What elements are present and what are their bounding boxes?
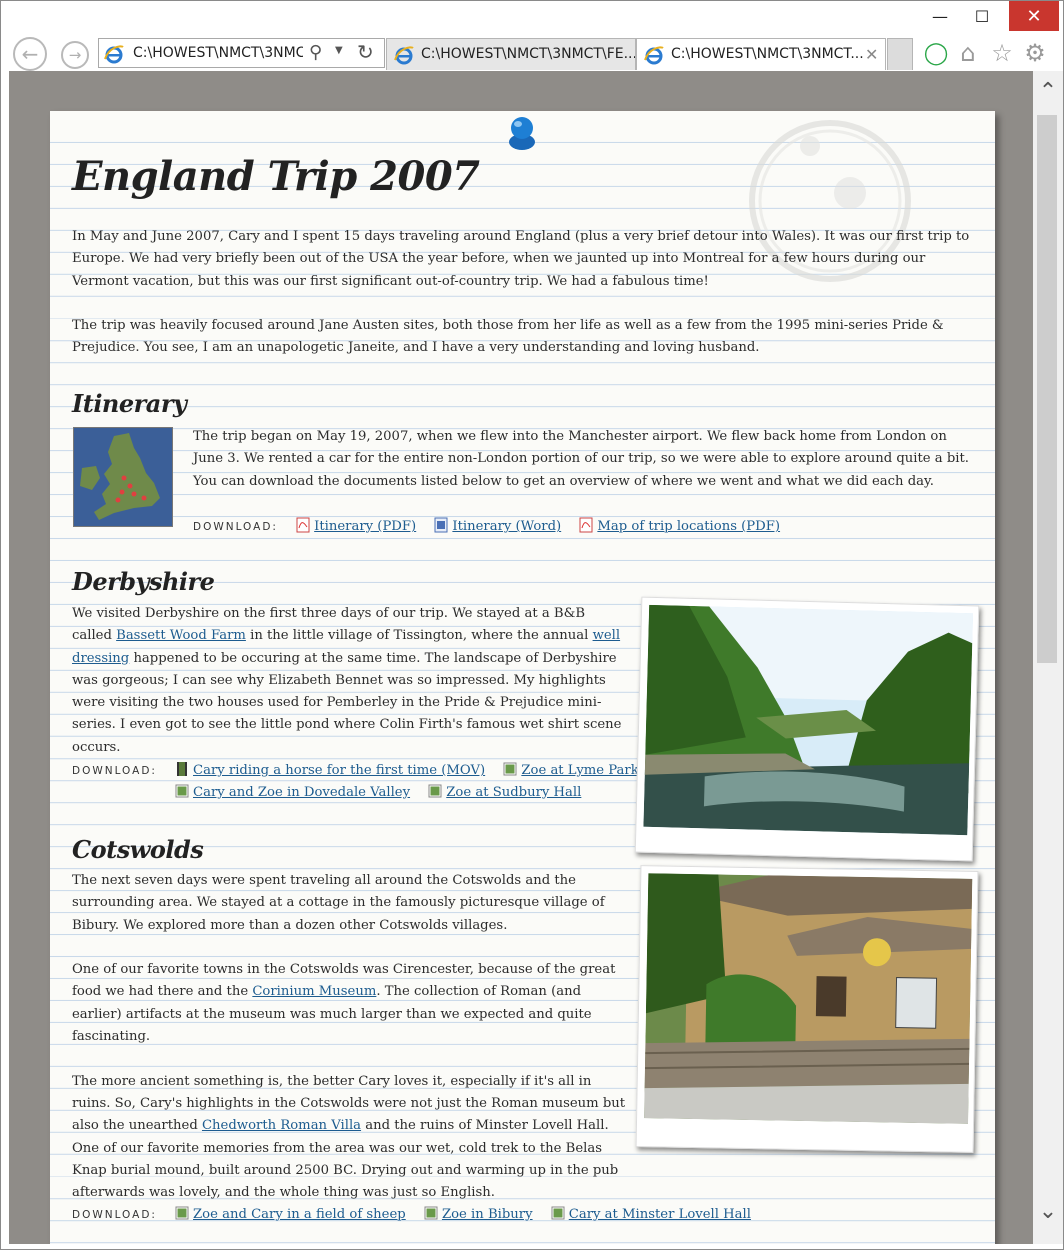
search-icon[interactable]: ⚲ [309,42,333,66]
download-item[interactable]: Zoe and Cary in a field of sheep [175,1205,406,1222]
star-icon[interactable]: ☆ [987,38,1017,68]
ie-logo-icon [644,46,664,65]
download-item[interactable]: Cary and Zoe in Dovedale Valley [175,783,410,800]
image-file-icon [503,762,517,776]
back-arrow-icon: ← [21,42,39,66]
dropdown-icon[interactable]: ▼ [335,45,343,56]
ie-logo-icon [104,45,124,64]
bassett-wood-farm-link[interactable]: Bassett Wood Farm [116,628,246,643]
trip-map-pdf-link[interactable]: Map of trip locations (PDF) [597,519,780,534]
close-tab-icon[interactable]: ✕ [865,45,878,64]
gear-icon[interactable]: ⚙ [1020,38,1050,68]
download-label: DOWNLOAD: [72,765,157,777]
address-bar[interactable]: C:\HOWEST\NMCT\3NMCT\FE ⚲ ▼ ↻ [98,38,385,68]
vertical-scrollbar[interactable]: ⌃ ⌄ [1033,71,1063,1244]
download-item[interactable]: Itinerary (Word) [434,517,561,534]
itinerary-word-link[interactable]: Itinerary (Word) [452,519,561,534]
extension-icon[interactable]: ◯ [921,38,951,68]
download-label: DOWNLOAD: [193,521,278,533]
scrollbar-thumb[interactable] [1037,115,1057,663]
cotswolds-downloads: Zoe and Cary in a field of sheep Zoe in … [175,1205,765,1222]
chedworth-roman-villa-link[interactable]: Chedworth Roman Villa [202,1118,361,1133]
navigation-bar: ← → C:\HOWEST\NMCT\3NMCT\FE ⚲ ▼ ↻ C:\HOW… [1,33,1063,73]
field-of-sheep-photo-link[interactable]: Zoe and Cary in a field of sheep [193,1207,406,1222]
text-segment: happened to be occuring at the same time… [72,650,622,755]
tab-label: C:\HOWEST\NMCT\3NMCT\FE... [421,46,636,62]
corinium-museum-link[interactable]: Corinium Museum [252,984,376,999]
bibury-photo-link[interactable]: Zoe in Bibury [442,1207,533,1222]
ie-logo-icon [394,46,414,65]
forward-button[interactable]: → [61,41,89,69]
cotswolds-heading: Cotswolds [72,835,204,864]
refresh-icon[interactable]: ↻ [357,40,374,64]
maximize-button[interactable]: ☐ [965,1,999,31]
scroll-up-arrow-icon[interactable]: ⌃ [1033,79,1063,109]
intro-paragraph: The trip was heavily focused around Jane… [72,318,944,356]
pdf-file-icon [579,517,593,533]
image-file-icon [551,1206,565,1220]
dovedale-valley-photo-link[interactable]: Cary and Zoe in Dovedale Valley [193,785,410,800]
pushpin-icon [509,117,535,150]
movie-file-icon [177,762,187,776]
image-file-icon [424,1206,438,1220]
tab-2-active[interactable]: C:\HOWEST\NMCT\3NMCT... ✕ [636,38,886,70]
valley-landscape-image [643,604,974,836]
derbyshire-heading: Derbyshire [72,567,215,596]
cotswolds-paragraph: The more ancient something is, the bette… [72,1071,627,1205]
itinerary-text: The trip began on May 19, 2007, when we … [193,429,969,489]
browser-window: — ☐ ✕ ← → C:\HOWEST\NMCT\3NMCT\FE ⚲ ▼ ↻ [0,0,1064,1250]
new-tab-button[interactable] [887,38,913,70]
forward-arrow-icon: → [68,46,82,64]
download-item[interactable]: Zoe in Bibury [424,1205,533,1222]
word-file-icon [434,517,448,533]
page-viewport: England Trip 2007 In May and June 2007, … [9,71,1033,1244]
lyme-park-photo-link[interactable]: Zoe at Lyme Park [521,763,638,778]
cotswolds-paragraph: One of our favorite towns in the Cotswol… [72,959,627,1048]
itinerary-heading: Itinerary [72,389,187,418]
address-text[interactable]: C:\HOWEST\NMCT\3NMCT\FE [133,45,303,61]
image-file-icon [175,784,189,798]
image-file-icon [175,1206,189,1220]
notebook-paper: England Trip 2007 In May and June 2007, … [50,111,995,1244]
minster-lovell-hall-photo-link[interactable]: Cary at Minster Lovell Hall [569,1207,751,1222]
dovedale-valley-photo[interactable] [634,596,980,862]
horse-riding-movie-link[interactable]: Cary riding a horse for the first time (… [193,763,485,778]
image-file-icon [428,784,442,798]
map-image [74,428,172,526]
page-title: England Trip 2007 [72,153,480,200]
back-button[interactable]: ← [13,37,47,71]
minimize-button[interactable]: — [923,1,957,31]
tab-label: C:\HOWEST\NMCT\3NMCT... [671,46,864,62]
title-bar: — ☐ ✕ [1,1,1063,33]
download-item[interactable]: Itinerary (PDF) [296,517,416,534]
bibury-cottage-photo[interactable] [635,865,979,1153]
home-icon[interactable]: ⌂ [953,38,983,68]
download-item[interactable]: Zoe at Lyme Park [503,761,639,778]
cotswolds-paragraph: The next seven days were spent traveling… [72,873,605,933]
uk-map-thumbnail[interactable] [73,427,173,527]
download-item[interactable]: Zoe at Sudbury Hall [428,783,581,800]
text-segment: in the little village of Tissington, whe… [245,628,593,644]
download-item[interactable]: Map of trip locations (PDF) [579,517,780,534]
download-label: DOWNLOAD: [72,1209,157,1221]
derbyshire-text: We visited Derbyshire on the first three… [72,603,627,759]
cotswolds-text: The next seven days were spent traveling… [72,870,627,1227]
itinerary-downloads: DOWNLOAD: Itinerary (PDF) Itinerary (Wor… [193,517,794,534]
derbyshire-downloads-row: Cary and Zoe in Dovedale Valley Zoe at S… [175,783,595,800]
itinerary-pdf-link[interactable]: Itinerary (PDF) [314,519,416,534]
close-window-button[interactable]: ✕ [1009,1,1059,31]
download-item[interactable]: Cary at Minster Lovell Hall [551,1205,751,1222]
scroll-down-arrow-icon[interactable]: ⌄ [1033,1199,1063,1229]
derbyshire-downloads-row: Cary riding a horse for the first time (… [175,761,653,778]
cottage-image [644,873,973,1124]
pdf-file-icon [296,517,310,533]
tab-1[interactable]: C:\HOWEST\NMCT\3NMCT\FE... [386,38,636,70]
download-item[interactable]: Cary riding a horse for the first time (… [175,761,485,778]
intro-paragraph: In May and June 2007, Cary and I spent 1… [72,229,970,289]
sudbury-hall-photo-link[interactable]: Zoe at Sudbury Hall [446,785,581,800]
